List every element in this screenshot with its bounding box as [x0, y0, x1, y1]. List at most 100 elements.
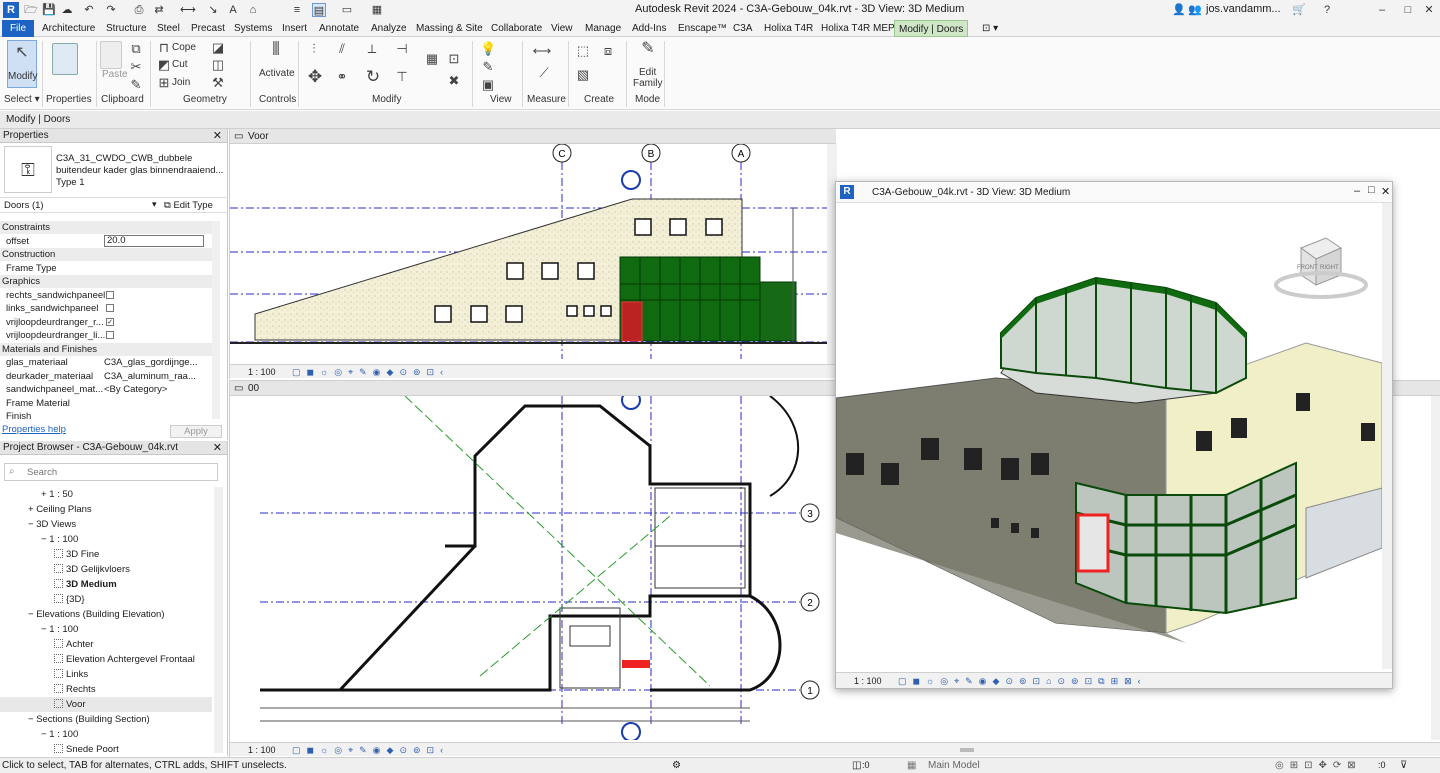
delete-icon[interactable]: ✖: [446, 73, 462, 89]
switch-windows-icon[interactable]: ▭: [340, 3, 354, 17]
tab-insert[interactable]: Insert: [278, 20, 311, 37]
property-group[interactable]: Construction: [0, 248, 212, 261]
tab-c3a[interactable]: C3A: [729, 20, 756, 37]
cope-icon[interactable]: ⊓: [156, 40, 172, 56]
checkbox[interactable]: [106, 331, 114, 339]
tile-icon[interactable]: ▦: [370, 3, 384, 17]
light-bulb-icon[interactable]: 💡: [480, 41, 496, 57]
move-icon[interactable]: ✥: [306, 68, 324, 85]
browser-item[interactable]: + 1 : 50: [0, 487, 212, 502]
grid-bubble-2[interactable]: 2: [800, 592, 820, 612]
collapse-icon[interactable]: −: [41, 624, 49, 635]
tab-structure[interactable]: Structure: [102, 20, 151, 37]
tab-annotate[interactable]: Annotate: [315, 20, 363, 37]
browser-item[interactable]: − 3D Views: [0, 517, 212, 532]
edit-family-button-line1[interactable]: Edit: [639, 67, 656, 78]
view-cube[interactable]: FRONT RIGHT: [1274, 237, 1368, 299]
view-control-icons[interactable]: ▢◼☼◎⌖✎◉◆⊙⊚⊡‹: [292, 743, 449, 757]
design-options-icon[interactable]: ◫: [852, 758, 861, 773]
scale-icon[interactable]: ⊡: [446, 51, 462, 67]
browser-item[interactable]: − 1 : 100: [0, 622, 212, 637]
user-icon[interactable]: 👤: [1172, 3, 1186, 17]
property-row[interactable]: sandwichpaneel_mat... <By Category>: [0, 383, 212, 396]
thin-lines-icon[interactable]: ≡: [290, 3, 304, 17]
tab-file[interactable]: File: [2, 20, 34, 37]
browser-item[interactable]: Rechts: [0, 682, 212, 697]
window-3d-titlebar[interactable]: R C3A-Gebouw_04k.rvt - 3D View: 3D Mediu…: [836, 182, 1392, 203]
close-hidden-icon[interactable]: ▤: [312, 3, 326, 17]
properties-button[interactable]: Properties: [46, 94, 92, 105]
minimize-icon[interactable]: –: [1372, 3, 1392, 17]
open-icon[interactable]: 🗁: [24, 3, 38, 17]
properties-scrollbar[interactable]: [212, 221, 220, 419]
tab-holixa-t4r[interactable]: Holixa T4R: [760, 20, 817, 37]
maximize-icon[interactable]: □: [1398, 3, 1418, 17]
collapse-icon[interactable]: −: [41, 534, 49, 545]
property-row[interactable]: vrijloopdeurdranger_r... ✓: [0, 316, 212, 329]
window-3d-view[interactable]: R C3A-Gebouw_04k.rvt - 3D View: 3D Mediu…: [835, 181, 1393, 689]
paste-icon[interactable]: [100, 41, 122, 69]
property-row[interactable]: Frame Type: [0, 262, 212, 275]
chevron-down-icon[interactable]: ▾: [152, 199, 157, 210]
view-control-icons[interactable]: ▢◼☼◎⌖✎◉◆⊙⊚⊡‹: [292, 365, 449, 379]
dimension-tool-icon[interactable]: ⟋: [532, 65, 556, 81]
edit-type-button[interactable]: ⧉ Edit Type: [164, 200, 213, 211]
cart-icon[interactable]: 🛒: [1292, 3, 1306, 17]
demolish-icon[interactable]: ⚒: [210, 75, 226, 91]
measure-icon[interactable]: ⟷: [180, 3, 196, 17]
create-assembly-icon[interactable]: ⬚: [572, 43, 594, 59]
collapse-icon[interactable]: −: [41, 729, 49, 740]
properties-icon[interactable]: [52, 43, 78, 75]
browser-item[interactable]: {3D}: [0, 592, 212, 607]
modify-button[interactable]: ↖ Modify: [7, 40, 37, 88]
expand-icon[interactable]: +: [28, 504, 36, 515]
measure-tool-icon[interactable]: ⟷: [530, 43, 554, 59]
browser-item[interactable]: + Ceiling Plans: [0, 502, 212, 517]
selection-filter-icons[interactable]: ◎⊞⊡✥⟳⊠: [1275, 758, 1362, 773]
grid-bubble-1[interactable]: 1: [800, 680, 820, 700]
property-row[interactable]: glas_materiaal C3A_glas_gordijnge...: [0, 356, 212, 369]
rotate-icon[interactable]: ↻: [364, 68, 382, 85]
split-face-icon[interactable]: ◪: [210, 40, 226, 56]
search-field[interactable]: ⌕: [4, 463, 218, 481]
trim-icon[interactable]: ⊤: [394, 69, 410, 85]
paint-icon[interactable]: ◫: [210, 57, 226, 73]
browser-item[interactable]: Achter: [0, 637, 212, 652]
search-input[interactable]: [27, 466, 207, 479]
align-icon[interactable]: ⫶: [306, 41, 322, 57]
browser-scrollbar[interactable]: [214, 487, 223, 753]
property-group[interactable]: Constraints: [0, 221, 212, 234]
copy-element-icon[interactable]: ⚭: [334, 69, 350, 85]
tab-analyze[interactable]: Analyze: [367, 20, 411, 37]
undo-icon[interactable]: ↶: [82, 3, 96, 17]
property-value[interactable]: C3A_glas_gordijnge...: [104, 356, 204, 369]
collapse-icon[interactable]: −: [28, 714, 36, 725]
view-00-scale[interactable]: 1 : 100: [248, 743, 276, 757]
property-group[interactable]: Materials and Finishes: [0, 342, 212, 356]
cut-geometry-icon[interactable]: ◩: [156, 57, 172, 73]
browser-item[interactable]: 3D Fine: [0, 547, 212, 562]
user-name[interactable]: jos.vandamm...: [1206, 3, 1281, 15]
checkbox[interactable]: [106, 304, 114, 312]
property-value[interactable]: C3A_aluminum_raa...: [104, 370, 204, 383]
activate-icon[interactable]: ⫴: [266, 40, 286, 58]
instance-filter[interactable]: Doors (1): [4, 200, 44, 211]
split-icon[interactable]: ⊣: [394, 41, 410, 57]
tab-holixa-t4r-mep[interactable]: Holixa T4R MEP: [817, 20, 899, 37]
edit-family-icon[interactable]: ✎: [638, 41, 658, 57]
tab-modify-doors[interactable]: Modify | Doors: [894, 20, 969, 37]
cut-button[interactable]: Cut: [172, 59, 188, 70]
text-icon[interactable]: A: [226, 3, 240, 17]
mirror-icon[interactable]: ⟂: [364, 41, 380, 57]
hide-icon[interactable]: ▣: [480, 77, 496, 93]
horizontal-scroll-thumb[interactable]: [960, 748, 974, 752]
home-icon[interactable]: ⌂: [246, 3, 260, 17]
close-icon[interactable]: ✕: [1420, 3, 1438, 17]
cut-icon[interactable]: ✂: [128, 59, 144, 75]
tab-steel[interactable]: Steel: [153, 20, 184, 37]
grid-bubble-a[interactable]: A: [731, 144, 751, 163]
view-control-icons[interactable]: ▢◼☼◎⌖✎◉◆⊙⊚⊡⌂⊙⊚⊡⧉⊞⊠‹: [898, 673, 1147, 689]
browser-item[interactable]: − 1 : 100: [0, 727, 212, 742]
join-button[interactable]: Join: [172, 77, 190, 88]
offset-icon[interactable]: ⫽: [334, 41, 350, 57]
